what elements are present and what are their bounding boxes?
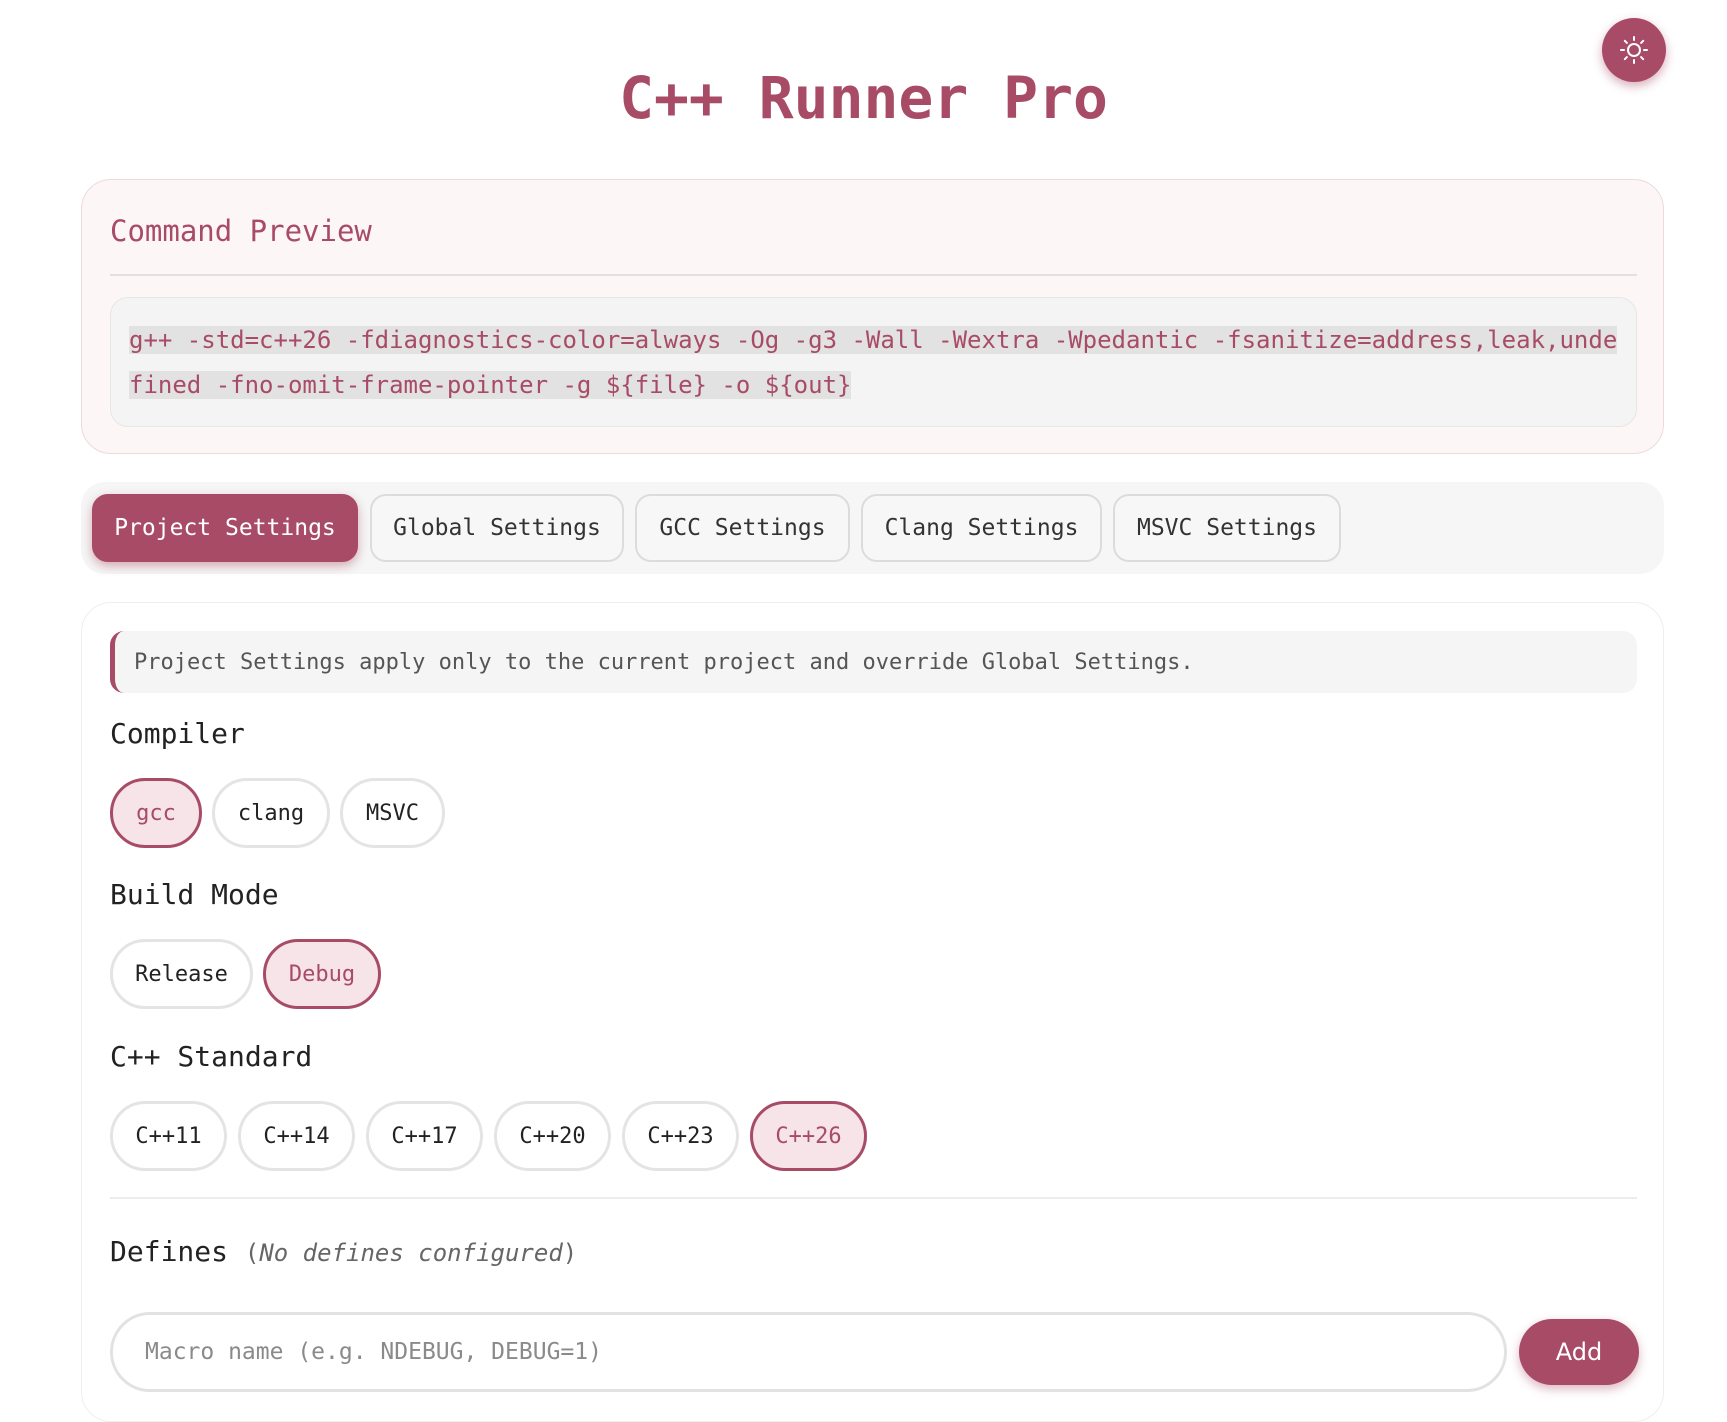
app-title: C++ Runner Pro [619, 64, 1108, 132]
defines-empty-note: No defines configured [259, 1239, 563, 1267]
macro-name-input[interactable] [110, 1312, 1507, 1392]
build-mode-option-release[interactable]: Release [110, 939, 253, 1009]
standard-option-cpp23[interactable]: C++23 [622, 1101, 739, 1171]
cpp-standard-label: C++ Standard [110, 1040, 313, 1073]
standard-option-cpp11[interactable]: C++11 [110, 1101, 227, 1171]
add-define-button[interactable]: Add [1519, 1319, 1639, 1385]
standard-option-cpp26[interactable]: C++26 [750, 1101, 867, 1171]
compiler-option-msvc[interactable]: MSVC [340, 778, 445, 848]
project-settings-panel: Project Settings apply only to the curre… [81, 602, 1664, 1422]
tab-clang-settings[interactable]: Clang Settings [861, 494, 1102, 562]
command-preview-text[interactable]: g++ -std=c++26 -fdiagnostics-color=alway… [129, 326, 1618, 399]
info-note: Project Settings apply only to the curre… [110, 631, 1637, 693]
section-divider [110, 1197, 1637, 1199]
standard-option-cpp14[interactable]: C++14 [238, 1101, 355, 1171]
defines-label: Defines [110, 1235, 229, 1268]
tab-global-settings[interactable]: Global Settings [370, 494, 624, 562]
compiler-option-gcc[interactable]: gcc [110, 778, 202, 848]
standard-option-cpp20[interactable]: C++20 [494, 1101, 611, 1171]
command-preview-box: g++ -std=c++26 -fdiagnostics-color=alway… [110, 297, 1637, 427]
command-preview-divider [110, 274, 1637, 276]
tab-gcc-settings[interactable]: GCC Settings [635, 494, 850, 562]
compiler-label: Compiler [110, 717, 245, 750]
defines-status: (No defines configured) [244, 1239, 578, 1267]
build-mode-option-debug[interactable]: Debug [263, 939, 381, 1009]
settings-tabs: Project Settings Global Settings GCC Set… [81, 482, 1664, 574]
tab-msvc-settings[interactable]: MSVC Settings [1113, 494, 1341, 562]
command-preview-card: Command Preview g++ -std=c++26 -fdiagnos… [81, 179, 1664, 454]
build-mode-label: Build Mode [110, 878, 279, 911]
tab-project-settings[interactable]: Project Settings [92, 494, 358, 562]
command-preview-heading: Command Preview [110, 214, 372, 248]
compiler-option-clang[interactable]: clang [212, 778, 330, 848]
standard-option-cpp17[interactable]: C++17 [366, 1101, 483, 1171]
defines-heading: Defines (No defines configured) [110, 1235, 577, 1268]
